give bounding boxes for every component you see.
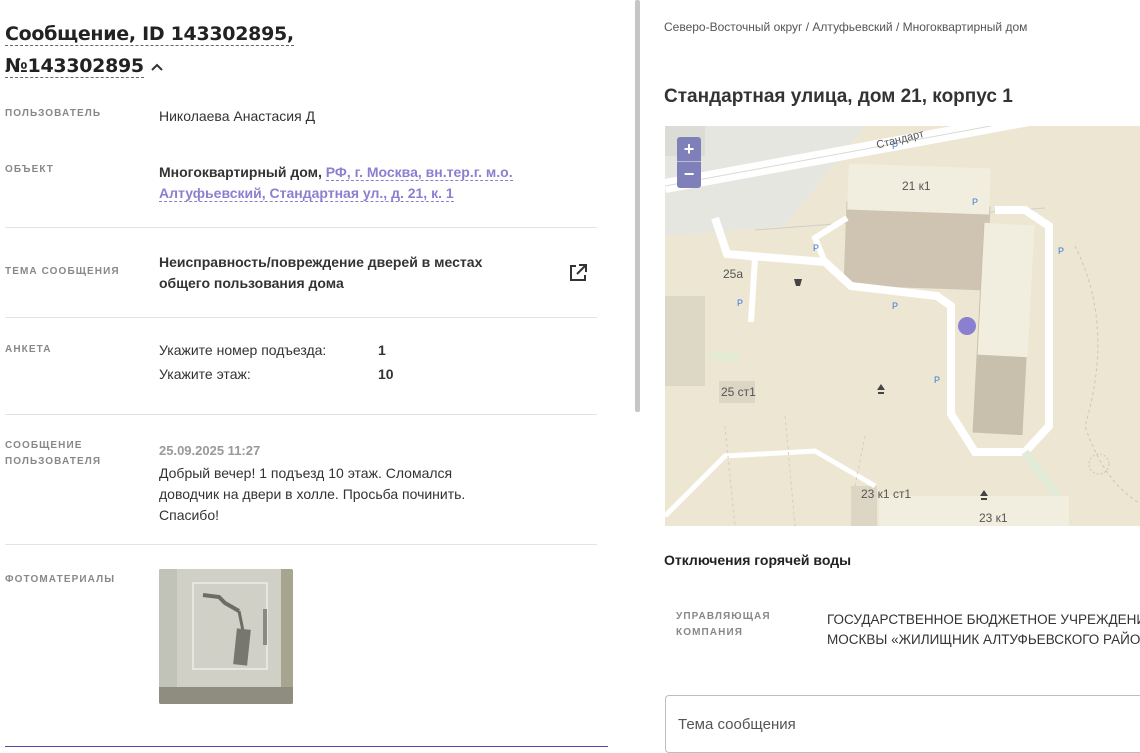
user-label: ПОЛЬЗОВАТЕЛЬ	[5, 108, 102, 119]
anketa-answer-1: 1	[378, 342, 386, 358]
message-details-panel: Сообщение, ID 143302895, №143302895 ПОЛЬ…	[0, 0, 640, 753]
map-label-25a: 25а	[723, 267, 743, 281]
photos-label: ФОТОМАТЕРИАЛЫ	[5, 574, 116, 585]
anketa-answer-2: 10	[378, 366, 394, 382]
divider-line	[5, 746, 608, 747]
hot-water-outage-title: Отключения горячей воды	[664, 552, 852, 568]
anketa-row: АНКЕТА Укажите номер подъезда: 1 Укажите…	[5, 318, 597, 415]
topic-label: ТЕМА СООБЩЕНИЯ	[5, 266, 120, 277]
message-subject-input[interactable]	[665, 695, 1140, 753]
zoom-out-button[interactable]: −	[677, 162, 701, 187]
user-message-text: Добрый вечер! 1 подъезд 10 этаж. Сломалс…	[159, 465, 466, 523]
map-canvas: Стандарт 21 к1 25а 25 ст1 23 к1 ст1 23 к…	[665, 126, 1140, 526]
object-value: Многоквартирный дом, РФ, г. Москва, вн.т…	[159, 162, 599, 204]
management-company-label: УПРАВЛЯЮЩАЯ КОМПАНИЯ	[676, 611, 771, 638]
left-panel-scrollbar[interactable]	[635, 0, 640, 412]
parking-icon: P	[813, 243, 819, 253]
object-address-title: Стандартная улица, дом 21, корпус 1	[664, 86, 1013, 107]
map-label-23k1: 23 к1	[979, 511, 1008, 525]
external-link-icon[interactable]	[567, 262, 589, 284]
map-label-25st1: 25 ст1	[721, 385, 756, 399]
parking-icon: P	[934, 375, 940, 385]
parking-icon: P	[892, 141, 898, 151]
object-details-panel: Северо-Восточный округ / Алтуфьевский / …	[641, 0, 1140, 753]
management-company-value: ГОСУДАРСТВЕННОЕ БЮДЖЕТНОЕ УЧРЕЖДЕНИЕ МОСК…	[827, 612, 1140, 647]
anketa-question-1: Укажите номер подъезда:	[159, 342, 327, 358]
user-message-date: 25.09.2025 11:27	[159, 443, 261, 458]
breadcrumb: Северо-Восточный округ / Алтуфьевский / …	[664, 20, 1028, 34]
object-marker	[958, 317, 976, 335]
parking-icon: P	[972, 197, 978, 207]
object-row: ОБЪЕКТ Многоквартирный дом, РФ, г. Москв…	[5, 160, 597, 228]
parking-icon: P	[1058, 246, 1064, 256]
map[interactable]: Стандарт 21 к1 25а 25 ст1 23 к1 ст1 23 к…	[665, 126, 1140, 526]
map-label-23k1st1: 23 к1 ст1	[861, 487, 911, 501]
photos-row: ФОТОМАТЕРИАЛЫ	[5, 545, 597, 745]
user-value: Николаева Анастасия Д	[159, 108, 316, 124]
anketa-label: АНКЕТА	[5, 344, 52, 355]
user-row: ПОЛЬЗОВАТЕЛЬ Николаева Анастасия Д	[5, 104, 597, 144]
zoom-in-button[interactable]: +	[677, 137, 701, 162]
door-closer-photo	[159, 569, 293, 704]
user-message-row: СООБЩЕНИЕ ПОЛЬЗОВАТЕЛЯ 25.09.2025 11:27 Д…	[5, 415, 597, 545]
user-message-label: СООБЩЕНИЕ ПОЛЬЗОВАТЕЛЯ	[5, 440, 102, 467]
object-type: Многоквартирный дом,	[159, 164, 322, 180]
parking-icon: P	[892, 301, 898, 311]
object-label: ОБЪЕКТ	[5, 164, 55, 175]
message-title-line1: Сообщение, ID 143302895,	[5, 23, 294, 46]
chevron-up-icon[interactable]	[150, 62, 164, 72]
parking-icon: P	[737, 298, 743, 308]
map-label-21k1: 21 к1	[902, 179, 931, 193]
anketa-question-2: Укажите этаж:	[159, 366, 251, 382]
user-message-body: 25.09.2025 11:27 Добрый вечер! 1 подъезд…	[159, 440, 479, 526]
topic-row: ТЕМА СООБЩЕНИЯ Неисправность/повреждение…	[5, 228, 597, 318]
message-title-line2: №143302895	[5, 55, 144, 78]
map-zoom-controls: + −	[677, 137, 701, 188]
topic-value: Неисправность/повреждение дверей в места…	[159, 254, 483, 291]
message-title: Сообщение, ID 143302895, №143302895	[5, 18, 305, 82]
photo-thumbnail[interactable]	[159, 569, 293, 704]
